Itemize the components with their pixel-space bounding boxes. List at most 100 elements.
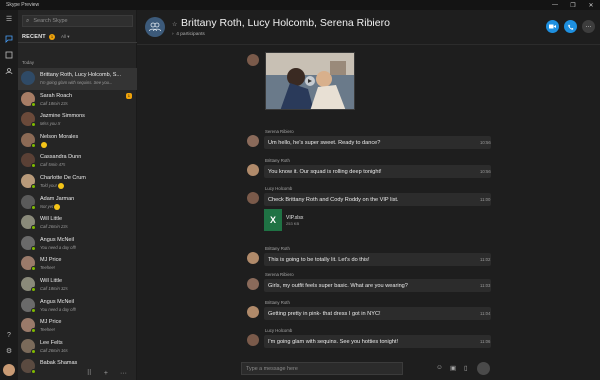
group-avatar[interactable] xyxy=(145,17,165,37)
title-bar: Skype Preview — ❐ ✕ xyxy=(0,0,600,10)
presence-icon xyxy=(31,287,36,292)
presence-icon xyxy=(31,266,36,272)
image-icon[interactable]: ▣ xyxy=(450,364,456,372)
last-message: Miss you X xyxy=(40,121,61,127)
excel-icon: X xyxy=(264,209,282,231)
last-message: Not yet xyxy=(40,203,61,210)
message-bubble[interactable]: Um hello, he's super sweet. Ready to dan… xyxy=(264,136,491,149)
last-message: Call 18min 32s xyxy=(40,286,68,291)
divider xyxy=(18,42,137,43)
emoji-icon[interactable]: ☺ xyxy=(436,364,443,371)
sender-avatar[interactable] xyxy=(247,334,259,346)
conversation-item[interactable]: Sarah Roach Call 18min 23s 1 xyxy=(18,89,137,111)
message-time: 11:02 xyxy=(480,257,491,262)
contact-avatar xyxy=(21,71,35,85)
section-today: Today xyxy=(22,60,35,65)
sender-avatar[interactable] xyxy=(247,192,259,204)
sender-avatar[interactable] xyxy=(247,54,259,66)
help-icon[interactable]: ? xyxy=(4,330,14,340)
contact-name: Nelson Morales xyxy=(40,133,79,140)
chat-area: ☆ Brittany Roth, Lucy Holcomb, Serena Ri… xyxy=(137,10,600,380)
settings-icon[interactable]: ⚙ xyxy=(4,346,14,356)
presence-icon xyxy=(31,142,36,148)
shared-photo[interactable] xyxy=(265,52,355,110)
conversation-item[interactable]: Angus McNeil You need a day off! xyxy=(18,295,137,317)
message-sender: Lucy Holcomb xyxy=(265,186,293,191)
conversation-item[interactable]: Lee Felts Call 26min 16s xyxy=(18,336,137,358)
file-attachment[interactable]: X VIP.xlsx 253 KB xyxy=(264,208,320,232)
last-message: Call 26min 16s xyxy=(40,347,68,353)
presence-icon xyxy=(31,204,36,210)
conversation-item[interactable]: Adam Jarman Not yet xyxy=(18,192,137,214)
more-icon[interactable]: ··· xyxy=(120,370,127,377)
conversation-item[interactable]: Jazmine Simmons Miss you X xyxy=(18,109,137,131)
presence-icon xyxy=(31,245,36,251)
conversation-item[interactable]: Brittany Roth, Lucy Holcomb, S... I'm goi… xyxy=(18,68,137,90)
close-button[interactable]: ✕ xyxy=(582,0,600,10)
last-message: I'm going glam with sequins. See you... xyxy=(40,80,113,85)
contacts-icon[interactable] xyxy=(4,50,14,60)
chats-icon[interactable] xyxy=(4,34,14,44)
message-time: 10:56 xyxy=(480,140,491,145)
conversation-item[interactable]: Nelson Morales xyxy=(18,130,137,152)
message-bubble[interactable]: I'm going glam with sequins. See you hot… xyxy=(264,335,491,348)
chat-header: ☆ Brittany Roth, Lucy Holcomb, Serena Ri… xyxy=(137,10,600,45)
maximize-button[interactable]: ❐ xyxy=(564,0,582,10)
menu-icon[interactable]: ☰ xyxy=(4,14,14,24)
recent-filter[interactable]: All ▾ xyxy=(61,34,70,40)
contact-name: Charlotte De Crum xyxy=(40,175,86,181)
conversation-item[interactable]: Will Little Call 26min 23s xyxy=(18,212,137,234)
search-icon: ⌕ xyxy=(26,17,30,24)
file-size: 253 KB xyxy=(286,220,300,226)
sender-avatar[interactable] xyxy=(247,252,259,264)
audio-call-button[interactable] xyxy=(564,20,577,33)
message-sender: Serena Ribiero xyxy=(265,129,294,134)
sender-avatar[interactable] xyxy=(247,135,259,147)
participants-count[interactable]: › 4 participants xyxy=(172,32,205,37)
conversation-item[interactable]: Charlotte De Crum Told you! xyxy=(18,171,137,193)
favorite-icon[interactable]: ☆ xyxy=(172,21,177,28)
file-name: VIP.xlsx xyxy=(286,214,304,221)
dialpad-icon[interactable]: ⠿ xyxy=(87,369,92,377)
contact-name: Will Little xyxy=(40,216,63,223)
add-people-button[interactable]: ··· xyxy=(582,20,595,33)
message-bubble[interactable]: Girls, my outfit feels super basic. What… xyxy=(264,279,491,292)
conversation-item[interactable]: Angus McNeil You need a day off! xyxy=(18,233,137,255)
recent-header: RECENT 1 All ▾ xyxy=(22,34,70,40)
message-sender: Serena Ribiero xyxy=(265,272,294,277)
conversation-item[interactable]: Cassandra Dunn Call 5min 47s xyxy=(18,150,137,172)
my-avatar[interactable] xyxy=(3,364,15,376)
video-call-button[interactable] xyxy=(546,20,559,33)
last-message: Teehee! xyxy=(40,327,55,333)
message-bubble[interactable]: Check Brittany Roth and Cody Roddy on th… xyxy=(264,193,491,206)
sender-avatar[interactable] xyxy=(247,306,259,318)
presence-icon xyxy=(31,122,36,128)
message-bubble[interactable]: This is going to be totally lit. Let's d… xyxy=(264,253,491,266)
contact-name: Brittany Roth, Lucy Holcomb, S... xyxy=(40,72,122,78)
attach-file-icon[interactable]: ▯ xyxy=(464,364,468,372)
left-rail: ☰ ? ⚙ xyxy=(0,10,18,380)
message-time: 11:06 xyxy=(480,339,491,344)
sender-avatar[interactable] xyxy=(247,164,259,176)
message-bubble[interactable]: Getting pretty in pink- that dress I got… xyxy=(264,307,491,320)
conversation-item[interactable]: MJ Price Teehee! xyxy=(18,315,137,337)
participants-label: 4 participants xyxy=(176,32,205,37)
send-button[interactable] xyxy=(477,362,490,375)
message-input[interactable]: Type a message here xyxy=(241,362,403,375)
conversation-item[interactable]: MJ Price Teehee! xyxy=(18,253,137,275)
presence-icon xyxy=(31,184,36,189)
new-chat-icon[interactable]: + xyxy=(104,370,108,377)
list-footer: ⠿ + ··· xyxy=(18,366,137,380)
conversation-item[interactable]: Will Little Call 18min 32s xyxy=(18,274,137,296)
minimize-button[interactable]: — xyxy=(546,0,564,10)
calls-icon[interactable] xyxy=(4,66,14,76)
last-message: Told you! xyxy=(40,183,64,189)
search-box[interactable]: ⌕ Search Skype xyxy=(22,15,133,27)
contact-name: Angus McNeil xyxy=(40,236,74,243)
contact-name: Jazmine Simmons xyxy=(40,113,85,120)
conversation-panel: ⌕ Search Skype RECENT 1 All ▾ Today Brit… xyxy=(18,10,137,380)
message-bubble[interactable]: You know it. Our squad is rolling deep t… xyxy=(264,165,491,178)
last-message xyxy=(40,141,47,148)
presence-icon xyxy=(31,348,36,354)
sender-avatar[interactable] xyxy=(247,278,259,290)
